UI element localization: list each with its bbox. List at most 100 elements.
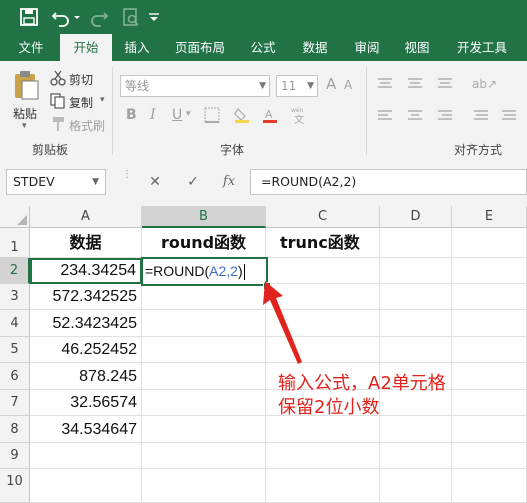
tab-home[interactable]: 开始 — [60, 34, 112, 61]
cell-e9[interactable] — [452, 443, 527, 469]
redo-icon[interactable] — [88, 6, 110, 28]
cell-b2-editing[interactable]: =ROUND(A2,2) — [141, 257, 268, 286]
column-header-d[interactable]: D — [380, 206, 452, 228]
cell-e1[interactable] — [452, 228, 527, 258]
cell-b4[interactable] — [142, 310, 266, 337]
format-painter-icon[interactable] — [50, 116, 66, 132]
italic-button[interactable]: I — [150, 107, 156, 123]
column-header-c[interactable]: C — [266, 206, 380, 228]
cell-c8[interactable] — [266, 416, 380, 443]
cell-d2[interactable] — [380, 258, 452, 284]
phonetic-guide-icon[interactable]: wén 文 — [290, 105, 314, 125]
cell-e4[interactable] — [452, 310, 527, 337]
alignment-buttons[interactable]: ab↗ — [376, 75, 516, 135]
tab-formulas[interactable]: 公式 — [240, 34, 286, 61]
cell-d3[interactable] — [380, 284, 452, 310]
chevron-down-icon[interactable]: ▼ — [259, 76, 266, 96]
fill-color-icon[interactable] — [234, 107, 252, 123]
cell-a6[interactable]: 878.245 — [30, 363, 142, 390]
cell-a5[interactable]: 46.252452 — [30, 337, 142, 363]
row-header-9[interactable]: 9 — [0, 443, 30, 469]
cell-e7[interactable] — [452, 390, 527, 416]
cell-a9[interactable] — [30, 443, 142, 469]
cell-e6[interactable] — [452, 363, 527, 390]
enter-formula-button[interactable]: ✓ — [182, 171, 204, 193]
cell-a8[interactable]: 34.534647 — [30, 416, 142, 443]
cell-b1[interactable]: round函数 — [142, 228, 266, 258]
cell-b9[interactable] — [142, 443, 266, 469]
tab-view[interactable]: 视图 — [394, 34, 440, 61]
cell-e3[interactable] — [452, 284, 527, 310]
cell-e8[interactable] — [452, 416, 527, 443]
cell-d10[interactable] — [380, 469, 452, 503]
cell-d1[interactable] — [380, 228, 452, 258]
font-name-combo[interactable]: 等线 ▼ — [120, 75, 270, 97]
underline-dropdown-icon[interactable]: ▾ — [186, 109, 191, 119]
font-color-icon[interactable]: A — [262, 107, 280, 123]
column-header-a[interactable]: A — [30, 206, 142, 228]
shrink-font-icon[interactable]: A — [344, 78, 352, 92]
print-preview-icon[interactable] — [120, 6, 142, 28]
column-header-e[interactable]: E — [452, 206, 527, 228]
bold-button[interactable]: B — [126, 107, 137, 123]
cell-b7[interactable] — [142, 390, 266, 416]
cell-d5[interactable] — [380, 337, 452, 363]
paste-button[interactable]: 粘贴 — [13, 105, 37, 122]
cell-a7[interactable]: 32.56574 — [30, 390, 142, 416]
name-box[interactable]: STDEV ▼ — [6, 169, 106, 195]
row-header-3[interactable]: 3 — [0, 284, 30, 310]
cell-c1[interactable]: trunc函数 — [266, 228, 380, 258]
cell-b5[interactable] — [142, 337, 266, 363]
cell-a1[interactable]: 数据 — [30, 228, 142, 258]
customize-toolbar-icon[interactable] — [146, 6, 162, 28]
cell-b3[interactable] — [142, 284, 266, 310]
row-header-6[interactable]: 6 — [0, 363, 30, 390]
tab-developer[interactable]: 开发工具 — [446, 34, 518, 61]
row-header-1[interactable]: 1 — [0, 228, 30, 258]
formula-input[interactable]: =ROUND(A2,2) — [250, 169, 527, 195]
chevron-down-icon[interactable]: ▼ — [307, 76, 314, 96]
chevron-down-icon[interactable]: ▼ — [92, 170, 99, 194]
copy-icon[interactable] — [50, 93, 66, 109]
cell-b10[interactable] — [142, 469, 266, 503]
cut-icon[interactable] — [50, 70, 66, 86]
format-painter-button[interactable]: 格式刷 — [69, 117, 105, 134]
underline-button[interactable]: U — [172, 107, 182, 123]
paste-dropdown-icon[interactable]: ▾ — [22, 121, 27, 131]
grow-font-icon[interactable]: A — [326, 75, 336, 93]
cancel-formula-button[interactable]: ✕ — [144, 171, 166, 193]
cell-d4[interactable] — [380, 310, 452, 337]
insert-function-button[interactable]: fx — [218, 171, 240, 193]
tab-page-layout[interactable]: 页面布局 — [166, 34, 234, 61]
cell-a4[interactable]: 52.3423425 — [30, 310, 142, 337]
undo-dropdown-icon[interactable] — [72, 6, 82, 28]
paste-icon[interactable] — [12, 69, 40, 101]
copy-button[interactable]: 复制 — [69, 94, 93, 111]
row-header-10[interactable]: 10 — [0, 469, 30, 503]
cell-a2[interactable]: 234.34254 — [30, 258, 142, 284]
cell-e10[interactable] — [452, 469, 527, 503]
copy-dropdown-icon[interactable]: ▾ — [100, 95, 105, 105]
column-header-b[interactable]: B — [142, 206, 266, 228]
cut-button[interactable]: 剪切 — [69, 71, 93, 88]
tab-insert[interactable]: 插入 — [114, 34, 160, 61]
drag-handle-icon[interactable]: ⋮ — [122, 170, 132, 192]
tab-data[interactable]: 数据 — [292, 34, 338, 61]
row-header-4[interactable]: 4 — [0, 310, 30, 337]
cell-a3[interactable]: 572.342525 — [30, 284, 142, 310]
undo-icon[interactable] — [50, 6, 72, 28]
cell-b6[interactable] — [142, 363, 266, 390]
borders-icon[interactable] — [204, 107, 220, 123]
tab-file[interactable]: 文件 — [8, 34, 54, 61]
save-icon[interactable] — [18, 6, 40, 28]
font-size-combo[interactable]: 11 ▼ — [276, 75, 318, 97]
cell-d9[interactable] — [380, 443, 452, 469]
cell-e2[interactable] — [452, 258, 527, 284]
cell-d8[interactable] — [380, 416, 452, 443]
cell-b8[interactable] — [142, 416, 266, 443]
cell-c9[interactable] — [266, 443, 380, 469]
row-header-8[interactable]: 8 — [0, 416, 30, 443]
cell-e5[interactable] — [452, 337, 527, 363]
tab-review[interactable]: 审阅 — [344, 34, 390, 61]
row-header-5[interactable]: 5 — [0, 337, 30, 363]
